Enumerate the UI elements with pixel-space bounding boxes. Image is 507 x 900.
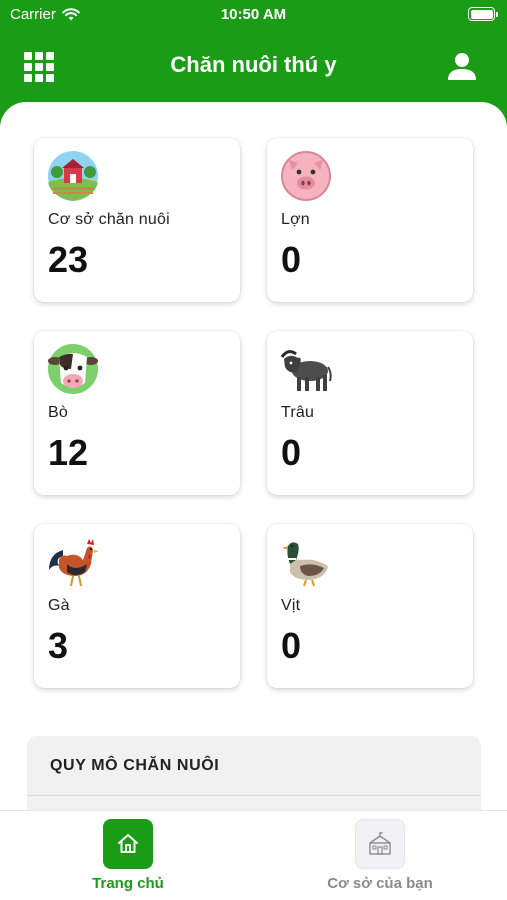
stat-label: Bò [48, 404, 68, 421]
battery-icon [468, 7, 498, 21]
scale-section: QUY MÔ CHĂN NUÔI [27, 736, 481, 810]
user-icon[interactable] [445, 50, 479, 84]
buffalo-icon [280, 350, 332, 391]
stat-label: Vịt [281, 597, 301, 614]
stat-label: Gà [48, 597, 70, 614]
clock: 10:50 AM [220, 6, 287, 23]
app-bar: Chăn nuôi thú y [0, 32, 507, 102]
stat-label: Lợn [281, 211, 310, 228]
cow-icon [48, 344, 98, 394]
farm-icon [48, 151, 98, 201]
status-bar: Carrier 10:50 AM [0, 0, 507, 32]
stat-card-buffalo[interactable]: Trâu 0 [267, 331, 473, 495]
duck-icon [282, 542, 328, 587]
tab-label: Cơ sở của bạn [327, 875, 433, 892]
stat-card-cows[interactable]: Bò 12 [34, 331, 240, 495]
rooster-icon [49, 539, 99, 587]
pig-icon [281, 151, 331, 201]
stat-card-ducks[interactable]: Vịt 0 [267, 524, 473, 688]
stat-count: 23 [48, 239, 89, 280]
page-title: Chăn nuôi thú y [170, 52, 337, 77]
stat-count: 0 [281, 625, 302, 666]
tab-bar: Trang chủ Cơ sở của bạn [0, 810, 507, 900]
stat-count: 0 [281, 432, 302, 473]
section-title: QUY MÔ CHĂN NUÔI [27, 736, 481, 796]
stat-count: 12 [48, 432, 89, 473]
stat-card-chickens[interactable]: Gà 3 [34, 524, 240, 688]
tab-home[interactable]: Trang chủ [38, 819, 218, 892]
building-icon [355, 819, 405, 869]
tab-your-facility[interactable]: Cơ sở của bạn [290, 819, 470, 892]
stat-card-pigs[interactable]: Lợn 0 [267, 138, 473, 302]
home-icon [103, 819, 153, 869]
content-sheet: Cơ sở chăn nuôi 23 Lợn 0 Bò 12 Trâu 0 Gà… [0, 102, 507, 810]
stat-label: Cơ sở chăn nuôi [48, 211, 170, 228]
stat-card-farms[interactable]: Cơ sở chăn nuôi 23 [34, 138, 240, 302]
stat-count: 3 [48, 625, 69, 666]
tab-label: Trang chủ [92, 875, 164, 892]
stat-count: 0 [281, 239, 302, 280]
stat-label: Trâu [281, 404, 315, 421]
